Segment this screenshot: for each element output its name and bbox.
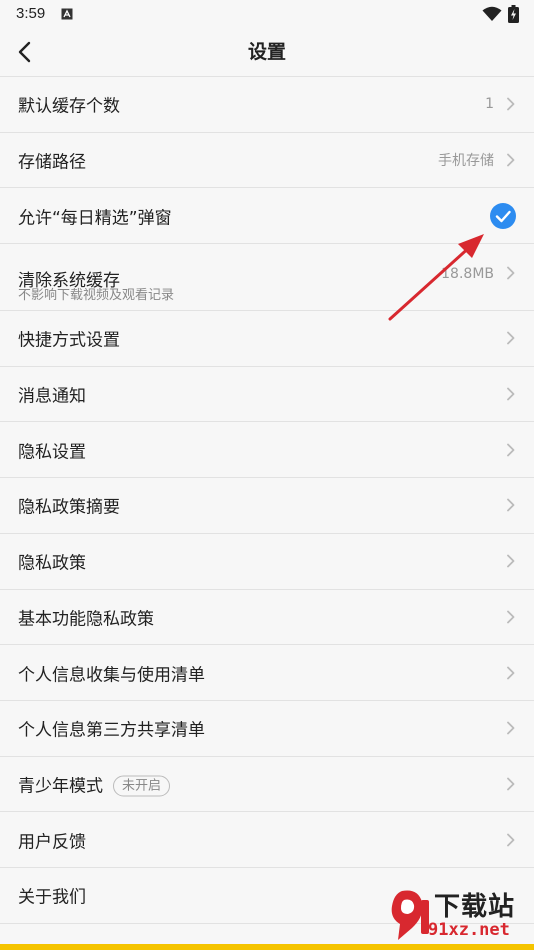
chevron-right-icon	[507, 266, 515, 280]
settings-list: 默认缓存个数 1 存储路径 手机存储 允许“每日精选”弹窗 清除系统缓存 不影响下载视频及观…	[0, 76, 534, 924]
settings-row-label: 隐私设置	[18, 437, 86, 462]
privacy-settings-row[interactable]: 隐私设置	[0, 422, 534, 479]
settings-row-subtitle: 不影响下载视频及观看记录	[18, 288, 175, 304]
bottom-accent-bar	[0, 944, 534, 950]
settings-row-label: 个人信息收集与使用清单	[18, 660, 205, 685]
basic-privacy-policy-row[interactable]: 基本功能隐私政策	[0, 589, 534, 646]
status-bar: 3:59	[0, 0, 534, 28]
chevron-right-icon	[507, 610, 515, 624]
settings-row-label-text: 个人信息收集与使用清单	[18, 665, 205, 686]
privacy-policy-row[interactable]: 隐私政策	[0, 533, 534, 590]
settings-row-label: 默认缓存个数	[18, 92, 120, 117]
teen-mode-row[interactable]: 青少年模式 未开启	[0, 756, 534, 813]
page-title: 设置	[247, 41, 286, 63]
settings-row-label-text: 允许“每日精选”弹窗	[18, 208, 172, 229]
personal-info-collection-row[interactable]: 个人信息收集与使用清单	[0, 645, 534, 701]
settings-row-label-text: 青少年模式	[18, 776, 103, 797]
privacy-summary-row[interactable]: 隐私政策摘要	[0, 478, 534, 534]
settings-row-label: 消息通知	[18, 382, 86, 407]
status-badge: 未开启	[113, 775, 171, 797]
settings-row-label: 基本功能隐私政策	[18, 604, 154, 629]
settings-row-label: 允许“每日精选”弹窗	[18, 203, 172, 228]
chevron-right-icon	[507, 387, 515, 401]
settings-row-label-text: 基本功能隐私政策	[18, 609, 154, 630]
battery-charging-icon	[508, 5, 519, 23]
chevron-right-icon	[507, 153, 515, 167]
wifi-icon	[482, 6, 502, 21]
settings-row-label: 隐私政策摘要	[18, 493, 120, 518]
settings-row-label: 青少年模式 未开启	[18, 771, 171, 797]
watermark: 下载站 91xz.net	[388, 886, 534, 944]
settings-row-label: 关于我们	[18, 883, 86, 908]
watermark-url: 91xz.net	[428, 920, 510, 940]
user-feedback-row[interactable]: 用户反馈	[0, 812, 534, 868]
watermark-title: 下载站	[434, 892, 516, 922]
message-notification-row[interactable]: 消息通知	[0, 366, 534, 423]
back-arrow-icon	[18, 41, 31, 63]
third-party-sharing-row[interactable]: 个人信息第三方共享清单	[0, 700, 534, 757]
settings-row-label-text: 隐私政策摘要	[18, 497, 120, 518]
chevron-right-icon	[507, 777, 515, 791]
chevron-right-icon	[507, 499, 515, 512]
default-cache-count-row[interactable]: 默认缓存个数 1	[0, 77, 534, 133]
settings-row-label-text: 隐私设置	[18, 442, 86, 463]
checkbox-checked-icon[interactable]	[490, 202, 516, 229]
status-time: 3:59	[16, 5, 46, 22]
settings-row-value: 手机存储	[438, 153, 494, 170]
annotation-arrow	[388, 234, 484, 321]
settings-row-label-text: 关于我们	[18, 887, 86, 908]
settings-row-label-text: 隐私政策	[18, 553, 86, 574]
settings-row-label-text: 消息通知	[18, 386, 86, 407]
settings-row-label-text: 存储路径	[18, 152, 86, 173]
chevron-right-icon	[507, 97, 515, 111]
chevron-right-icon	[507, 666, 515, 679]
app-header: 设置	[0, 28, 534, 76]
settings-row-label-text: 个人信息第三方共享清单	[18, 720, 205, 741]
back-button[interactable]	[8, 36, 40, 68]
app-notification-icon	[61, 8, 73, 20]
settings-row-label: 存储路径	[18, 148, 86, 173]
watermark-logo	[391, 890, 429, 940]
chevron-right-icon	[507, 833, 515, 846]
settings-row-value: 1	[485, 96, 494, 113]
chevron-right-icon	[507, 554, 515, 568]
chevron-right-icon	[507, 332, 515, 345]
settings-row-label: 快捷方式设置	[18, 326, 120, 351]
settings-row-label-text: 快捷方式设置	[18, 330, 120, 351]
chevron-right-icon	[507, 721, 515, 735]
settings-row-label: 用户反馈	[18, 827, 86, 852]
settings-row-label-text: 用户反馈	[18, 832, 86, 853]
settings-row-label: 隐私政策	[18, 549, 86, 574]
settings-row-label: 个人信息第三方共享清单	[18, 716, 205, 741]
settings-row-label-text: 默认缓存个数	[18, 96, 120, 117]
chevron-right-icon	[507, 443, 515, 457]
storage-path-row[interactable]: 存储路径 手机存储	[0, 132, 534, 189]
